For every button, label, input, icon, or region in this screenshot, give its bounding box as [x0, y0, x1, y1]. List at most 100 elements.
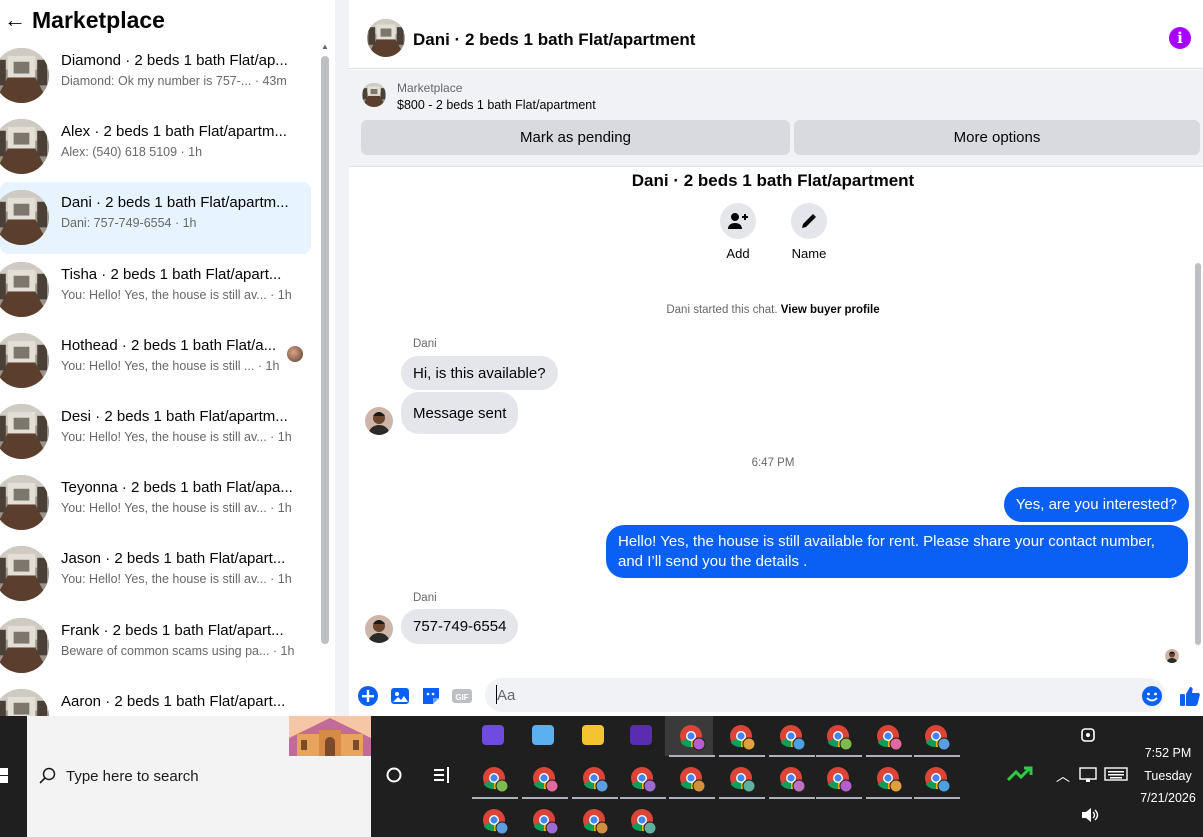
- sidebar-scrollbar[interactable]: ▲: [318, 40, 332, 716]
- chrome-icon[interactable]: [727, 722, 757, 752]
- message-bubble-outgoing[interactable]: Hello! Yes, the house is still available…: [606, 525, 1188, 578]
- chrome-icon[interactable]: [824, 722, 854, 752]
- file-explorer-icon[interactable]: [580, 722, 610, 752]
- chrome-icon[interactable]: [480, 806, 510, 836]
- volume-icon[interactable]: [1080, 807, 1100, 823]
- sidebar-title: Marketplace: [32, 6, 165, 33]
- running-indicator: [572, 797, 618, 799]
- marketplace-bar: Marketplace $800 - 2 beds 1 bath Flat/ap…: [349, 70, 1203, 167]
- sender-avatar[interactable]: [365, 615, 393, 643]
- conversation-snippet: You: Hello! Yes, the house is still av..…: [61, 501, 292, 516]
- gif-icon[interactable]: GIF: [451, 685, 473, 707]
- listing-title[interactable]: $800 - 2 beds 1 bath Flat/apartment: [397, 98, 596, 112]
- conversation-item[interactable]: Diamond · 2 beds 1 bath Flat/ap... Diamon…: [0, 40, 318, 111]
- conversation-item[interactable]: Alex · 2 beds 1 bath Flat/apartm... Alex:…: [0, 111, 318, 182]
- meet-now-icon[interactable]: [1077, 724, 1099, 746]
- listing-thumbnail: [0, 546, 49, 602]
- message-bubble-incoming[interactable]: 757-749-6554: [401, 609, 519, 644]
- clock-time[interactable]: 7:52 PM: [1140, 746, 1196, 760]
- chrome-icon[interactable]: [480, 764, 510, 794]
- more-options-button[interactable]: More options: [794, 120, 1200, 155]
- sender-name: Dani: [413, 338, 437, 350]
- scrollbar-thumb[interactable]: [1195, 263, 1201, 645]
- scrollbar-thumb[interactable]: [321, 56, 329, 644]
- running-indicator: [669, 755, 715, 757]
- conversation-name: Desi · 2 beds 1 bath Flat/apartm...: [61, 407, 288, 425]
- seen-indicator-avatar: [1165, 649, 1179, 663]
- conversation-item[interactable]: Aaron · 2 beds 1 bath Flat/apart...: [0, 681, 318, 716]
- add-person-icon: [720, 203, 756, 239]
- chat-title[interactable]: Dani · 2 beds 1 bath Flat/apartment: [413, 30, 695, 50]
- chat-started-note: Dani started this chat. View buyer profi…: [349, 304, 1197, 316]
- running-indicator: [914, 797, 960, 799]
- running-indicator: [472, 797, 518, 799]
- conversation-name: Aaron · 2 beds 1 bath Flat/apart...: [61, 692, 286, 710]
- chrome-icon[interactable]: [922, 764, 952, 794]
- conversation-text: Frank · 2 beds 1 bath Flat/apart... Bewar…: [61, 622, 296, 658]
- back-arrow-icon[interactable]: ←: [4, 7, 32, 33]
- sticker-icon[interactable]: [420, 685, 442, 707]
- chrome-icon[interactable]: [677, 722, 707, 752]
- performance-icon[interactable]: [1006, 764, 1034, 784]
- chrome-icon[interactable]: [727, 764, 757, 794]
- photo-icon[interactable]: [389, 685, 411, 707]
- listing-thumbnail-small[interactable]: [362, 83, 386, 107]
- conversation-name: Dani · 2 beds 1 bath Flat/apartm...: [61, 194, 289, 212]
- clock-date[interactable]: 7/21/2026: [1136, 791, 1200, 805]
- plus-circle-icon[interactable]: [357, 685, 379, 707]
- widgets-icon[interactable]: [428, 761, 456, 789]
- show-hidden-icons[interactable]: ︿: [1056, 766, 1070, 786]
- network-icon[interactable]: [1078, 766, 1098, 784]
- listing-thumbnail[interactable]: [367, 19, 405, 57]
- conversation-sidebar: ← Marketplace Diamond · 2 beds 1 bath Fl…: [0, 0, 335, 716]
- message-bubble-outgoing[interactable]: Yes, are you interested?: [1003, 487, 1189, 522]
- copilot-icon[interactable]: [480, 722, 510, 752]
- chrome-icon[interactable]: [824, 764, 854, 794]
- keyboard-icon[interactable]: [1104, 766, 1128, 782]
- conversation-text: Jason · 2 beds 1 bath Flat/apart... You: …: [61, 550, 296, 586]
- conversation-item[interactable]: Desi · 2 beds 1 bath Flat/apartm... You: …: [0, 396, 318, 467]
- chrome-icon[interactable]: [922, 722, 952, 752]
- info-icon[interactable]: i: [1169, 27, 1191, 49]
- conversation-item[interactable]: Tisha · 2 beds 1 bath Flat/apart... You: …: [0, 254, 318, 325]
- emoji-icon[interactable]: [1141, 685, 1163, 707]
- chrome-icon[interactable]: [874, 764, 904, 794]
- chrome-icon[interactable]: [530, 806, 560, 836]
- message-bubble-incoming[interactable]: Message sent: [401, 392, 519, 434]
- add-people-button[interactable]: Add: [708, 203, 768, 261]
- conversation-text: Desi · 2 beds 1 bath Flat/apartm... You: …: [61, 408, 296, 444]
- marketplace-label: Marketplace: [397, 81, 463, 95]
- chrome-icon[interactable]: [530, 764, 560, 794]
- conversation-item[interactable]: Frank · 2 beds 1 bath Flat/apart... Bewar…: [0, 610, 318, 681]
- chrome-icon[interactable]: [874, 722, 904, 752]
- sender-avatar[interactable]: [365, 407, 393, 435]
- thumbs-up-icon[interactable]: [1179, 685, 1201, 707]
- chat-scrollbar[interactable]: [1193, 167, 1203, 657]
- mark-as-pending-button[interactable]: Mark as pending: [361, 120, 790, 155]
- running-indicator: [620, 797, 666, 799]
- conversation-item[interactable]: Jason · 2 beds 1 bath Flat/apart... You: …: [0, 538, 318, 609]
- message-input[interactable]: Aa: [485, 678, 1165, 712]
- chrome-icon[interactable]: [777, 722, 807, 752]
- conversation-item[interactable]: Hothead · 2 beds 1 bath Flat/a... You: He…: [0, 325, 318, 396]
- chrome-icon[interactable]: [580, 764, 610, 794]
- chrome-icon[interactable]: [628, 764, 658, 794]
- message-bubble-incoming[interactable]: Hi, is this available?: [401, 356, 558, 390]
- chrome-icon[interactable]: [777, 764, 807, 794]
- scroll-up-icon[interactable]: ▲: [321, 42, 329, 51]
- start-button[interactable]: [0, 716, 27, 837]
- taskbar-search-box[interactable]: Type here to search: [27, 716, 371, 837]
- snipping-tool-icon[interactable]: [530, 722, 560, 752]
- seen-avatar: [287, 345, 303, 362]
- clock-day[interactable]: Tuesday: [1140, 769, 1196, 783]
- app-icon[interactable]: [628, 722, 658, 752]
- name-chat-button[interactable]: Name: [779, 203, 839, 261]
- chrome-icon[interactable]: [628, 806, 658, 836]
- conversation-item[interactable]: Teyonna · 2 beds 1 bath Flat/apa... You: …: [0, 467, 318, 538]
- view-buyer-profile-link[interactable]: View buyer profile: [781, 304, 880, 316]
- conversation-item[interactable]: Dani · 2 beds 1 bath Flat/apartm... Dani:…: [0, 182, 311, 254]
- conversation-snippet: Beware of common scams using pa... · 1h: [61, 643, 295, 658]
- chrome-icon[interactable]: [580, 806, 610, 836]
- task-view-icon[interactable]: [380, 761, 408, 789]
- chrome-icon[interactable]: [677, 764, 707, 794]
